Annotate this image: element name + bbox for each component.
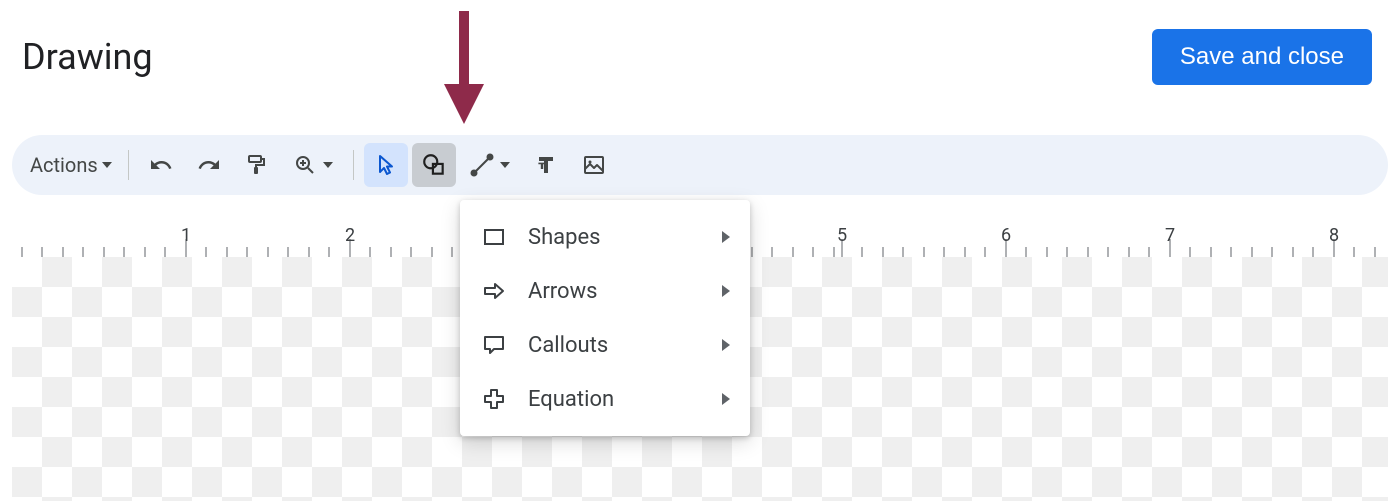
save-and-close-button[interactable]: Save and close [1152,29,1372,85]
ruler-number: 5 [837,225,847,246]
plus-icon [480,385,508,413]
undo-icon [149,153,173,177]
rectangle-icon [480,223,508,251]
caret-down-icon [323,162,333,168]
arrow-right-icon [480,277,508,305]
menu-item-shapes[interactable]: Shapes [460,210,750,264]
undo-button[interactable] [139,143,183,187]
zoom-icon [293,153,317,177]
text-icon [534,153,558,177]
paint-roller-icon [245,153,269,177]
line-tool-button[interactable] [460,143,520,187]
ruler-number: 8 [1329,225,1339,246]
actions-menu-label: Actions [30,153,98,177]
caret-down-icon [102,162,112,168]
menu-item-arrows[interactable]: Arrows [460,264,750,318]
header: Drawing Save and close [0,0,1400,90]
image-button[interactable] [572,143,616,187]
page-title: Drawing [22,36,153,78]
menu-item-equation[interactable]: Equation [460,372,750,426]
menu-item-label: Arrows [528,279,722,304]
shape-tool-button[interactable] [412,143,456,187]
paint-format-button[interactable] [235,143,279,187]
menu-item-label: Callouts [528,333,722,358]
toolbar: Actions [12,135,1388,195]
image-icon [582,153,606,177]
ruler-number: 2 [345,225,355,246]
toolbar-separator [128,150,129,180]
shape-dropdown-menu: Shapes Arrows Callouts Equation [460,200,750,436]
redo-icon [197,153,221,177]
menu-item-callouts[interactable]: Callouts [460,318,750,372]
select-tool-button[interactable] [364,143,408,187]
menu-item-label: Shapes [528,225,722,250]
redo-button[interactable] [187,143,231,187]
ruler-number: 6 [1001,225,1011,246]
menu-item-label: Equation [528,387,722,412]
submenu-caret-icon [722,285,730,297]
shapes-icon [421,152,447,178]
toolbar-separator [353,150,354,180]
actions-menu-button[interactable]: Actions [24,143,118,187]
caret-down-icon [500,162,510,168]
callout-icon [480,331,508,359]
line-icon [470,153,494,177]
submenu-caret-icon [722,231,730,243]
cursor-icon [374,153,398,177]
text-box-button[interactable] [524,143,568,187]
ruler-number: 7 [1165,225,1175,246]
zoom-button[interactable] [283,143,343,187]
submenu-caret-icon [722,393,730,405]
submenu-caret-icon [722,339,730,351]
ruler-number: 1 [181,225,191,246]
